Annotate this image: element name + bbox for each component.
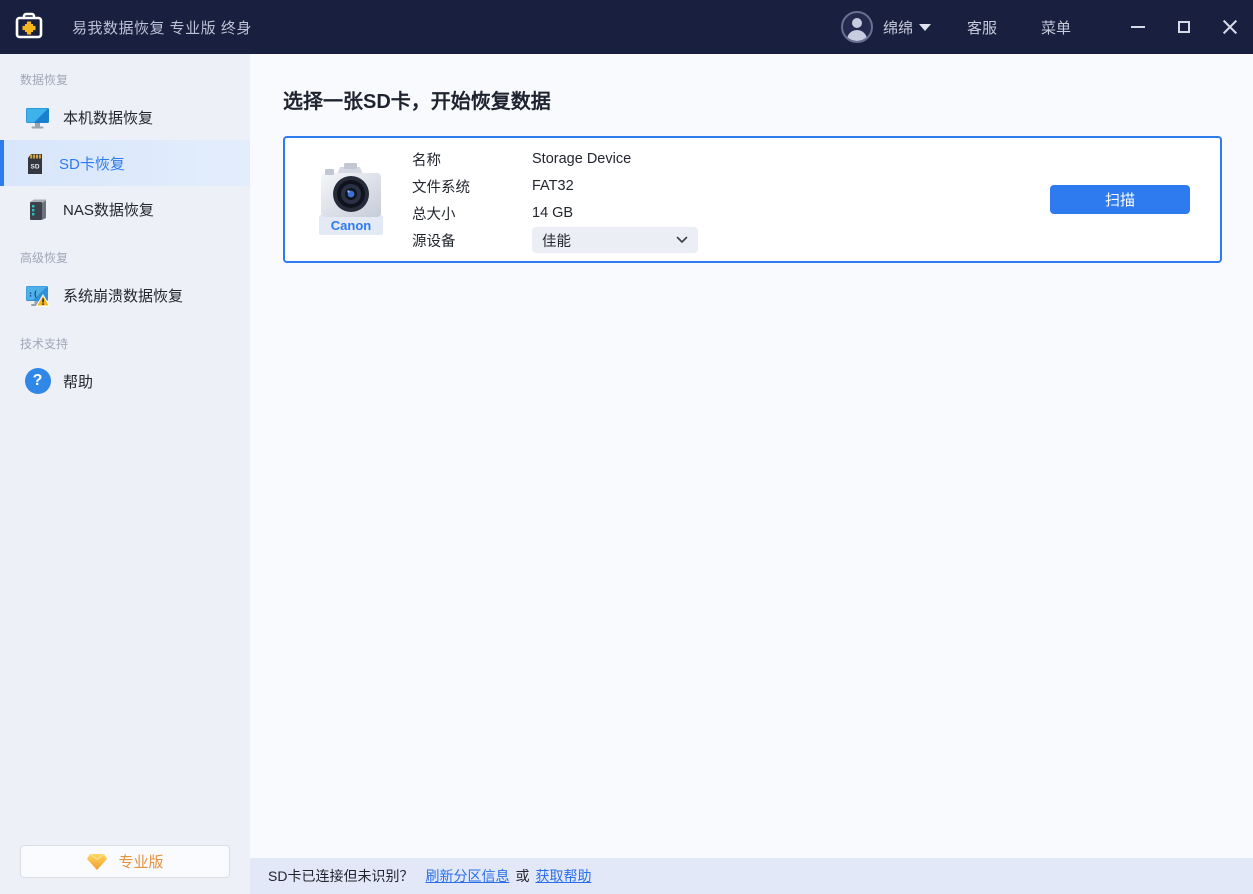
sidebar-item-label: 本机数据恢复 xyxy=(63,107,153,128)
total-size-label: 总大小 xyxy=(412,203,532,224)
sidebar-item-sd-card-recovery[interactable]: SD SD卡恢复 xyxy=(0,140,250,186)
svg-text::(: :( xyxy=(28,289,38,298)
sidebar-item-nas-recovery[interactable]: NAS数据恢复 xyxy=(0,186,250,232)
maximize-icon xyxy=(1178,21,1190,33)
upgrade-pro-label: 专业版 xyxy=(118,851,163,872)
sidebar-section-advanced: 高级恢复 xyxy=(20,249,250,266)
sidebar-section-support: 技术支持 xyxy=(20,335,250,352)
svg-text:SD: SD xyxy=(30,163,39,170)
sidebar-item-label: SD卡恢复 xyxy=(59,153,125,174)
app-window: 易我数据恢复 专业版 终身 绵绵 客服 菜单 数据恢复 xyxy=(0,0,1253,894)
close-icon xyxy=(1222,19,1238,35)
device-info-row: 总大小 14 GB xyxy=(412,200,698,227)
statusbar-question: SD卡已连接但未识别？ xyxy=(268,866,413,886)
device-info-row: 文件系统 FAT32 xyxy=(412,173,698,200)
maximize-button[interactable] xyxy=(1161,0,1207,54)
avatar-body-icon xyxy=(847,30,867,43)
device-thumbnail: Canon xyxy=(318,157,384,242)
filesystem-label: 文件系统 xyxy=(412,176,532,197)
chevron-down-icon[interactable] xyxy=(919,24,931,31)
device-info-row: 源设备 佳能 xyxy=(412,227,698,254)
device-name-value: Storage Device xyxy=(532,151,631,167)
sidebar-item-crashed-pc-recovery[interactable]: :( 系统崩溃数据恢复 xyxy=(0,272,250,318)
avatar-head-icon xyxy=(852,18,862,28)
total-size-value: 14 GB xyxy=(532,205,573,221)
statusbar: SD卡已连接但未识别？ 刷新分区信息 或 获取帮助 xyxy=(250,858,1253,894)
source-device-selected-value: 佳能 xyxy=(542,230,676,251)
sd-card-icon: SD xyxy=(20,150,47,177)
sd-card-device-card[interactable]: Canon 名称 xyxy=(283,136,1222,263)
app-logo-icon xyxy=(14,12,44,42)
svg-text:Canon: Canon xyxy=(331,218,372,233)
minimize-button[interactable] xyxy=(1115,0,1161,54)
page-title: 选择一张SD卡，开始恢复数据 xyxy=(283,85,1253,114)
refresh-partition-link[interactable]: 刷新分区信息 xyxy=(425,866,509,886)
question-mark-icon: ? xyxy=(25,368,51,394)
sidebar-item-help[interactable]: ? 帮助 xyxy=(0,358,250,404)
titlebar: 易我数据恢复 专业版 终身 绵绵 客服 菜单 xyxy=(0,0,1253,54)
minimize-icon xyxy=(1131,26,1145,28)
app-title: 易我数据恢复 专业版 终身 xyxy=(72,17,252,38)
crashed-pc-icon: :( xyxy=(24,282,51,309)
sidebar-section-data-recovery: 数据恢复 xyxy=(20,71,250,88)
monitor-icon xyxy=(24,104,51,131)
titlebar-right: 绵绵 客服 菜单 xyxy=(841,0,1253,54)
username[interactable]: 绵绵 xyxy=(883,17,913,38)
scan-button[interactable]: 扫描 xyxy=(1050,185,1190,214)
device-info-table: 名称 Storage Device 文件系统 FAT32 总大小 14 GB 源… xyxy=(412,146,698,254)
source-device-label: 源设备 xyxy=(412,230,532,251)
menu-button[interactable]: 菜单 xyxy=(1041,17,1071,38)
chevron-down-icon xyxy=(676,236,688,244)
filesystem-value: FAT32 xyxy=(532,178,574,194)
upgrade-pro-button[interactable]: 专业版 xyxy=(20,845,230,878)
user-avatar[interactable] xyxy=(841,11,873,43)
sidebar-item-label: 帮助 xyxy=(63,371,93,392)
nas-icon xyxy=(24,196,51,223)
customer-service-button[interactable]: 客服 xyxy=(967,17,997,38)
statusbar-or: 或 xyxy=(515,866,529,886)
device-name-label: 名称 xyxy=(412,149,532,170)
main-spacer xyxy=(250,263,1253,858)
source-device-dropdown[interactable]: 佳能 xyxy=(532,227,698,253)
camera-icon: Canon xyxy=(318,157,384,237)
sidebar-item-label: NAS数据恢复 xyxy=(63,199,154,220)
gem-icon xyxy=(86,853,108,871)
help-icon: ? xyxy=(24,368,51,395)
sidebar-item-label: 系统崩溃数据恢复 xyxy=(63,285,183,306)
device-info-row: 名称 Storage Device xyxy=(412,146,698,173)
get-help-link[interactable]: 获取帮助 xyxy=(535,866,591,886)
sidebar-item-local-recovery[interactable]: 本机数据恢复 xyxy=(0,94,250,140)
app-body: 数据恢复 本机数据恢复 xyxy=(0,54,1253,894)
main-content: 选择一张SD卡，开始恢复数据 Canon xyxy=(250,54,1253,894)
sidebar: 数据恢复 本机数据恢复 xyxy=(0,54,250,894)
close-button[interactable] xyxy=(1207,0,1253,54)
